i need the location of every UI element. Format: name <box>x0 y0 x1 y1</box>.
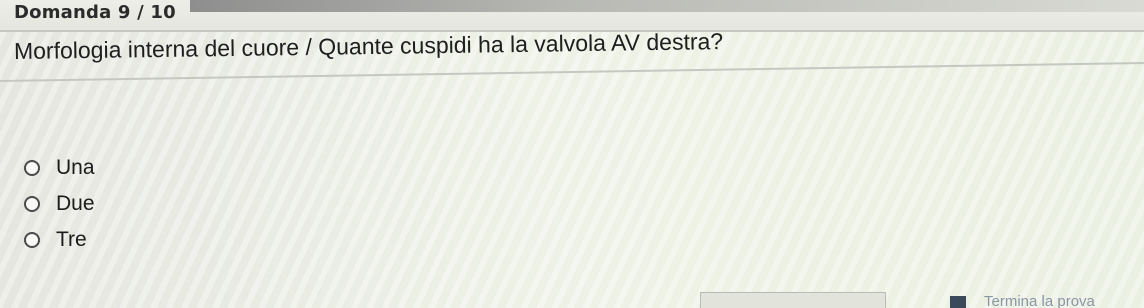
option-tre[interactable]: Tre <box>24 222 95 258</box>
option-label: Due <box>56 192 95 215</box>
question-text: Morfologia interna del cuore / Quante cu… <box>13 28 724 64</box>
radio-icon[interactable] <box>24 232 40 248</box>
question-number: Domanda 9 / 10 <box>14 2 176 23</box>
top-bar-shade <box>190 0 1144 12</box>
radio-icon[interactable] <box>24 196 40 212</box>
option-due[interactable]: Due <box>24 186 95 222</box>
option-label: Una <box>56 156 95 179</box>
top-bar: Domanda 9 / 10 <box>0 0 1144 32</box>
question-divider <box>0 62 1144 82</box>
finish-test-link[interactable]: Termina la prova <box>984 293 1095 308</box>
radio-icon[interactable] <box>24 160 40 176</box>
option-label: Tre <box>56 228 87 251</box>
flag-icon[interactable] <box>950 296 966 308</box>
option-una[interactable]: Una <box>24 150 95 186</box>
bottom-button[interactable] <box>700 292 886 308</box>
answer-options: Una Due Tre <box>24 150 95 258</box>
